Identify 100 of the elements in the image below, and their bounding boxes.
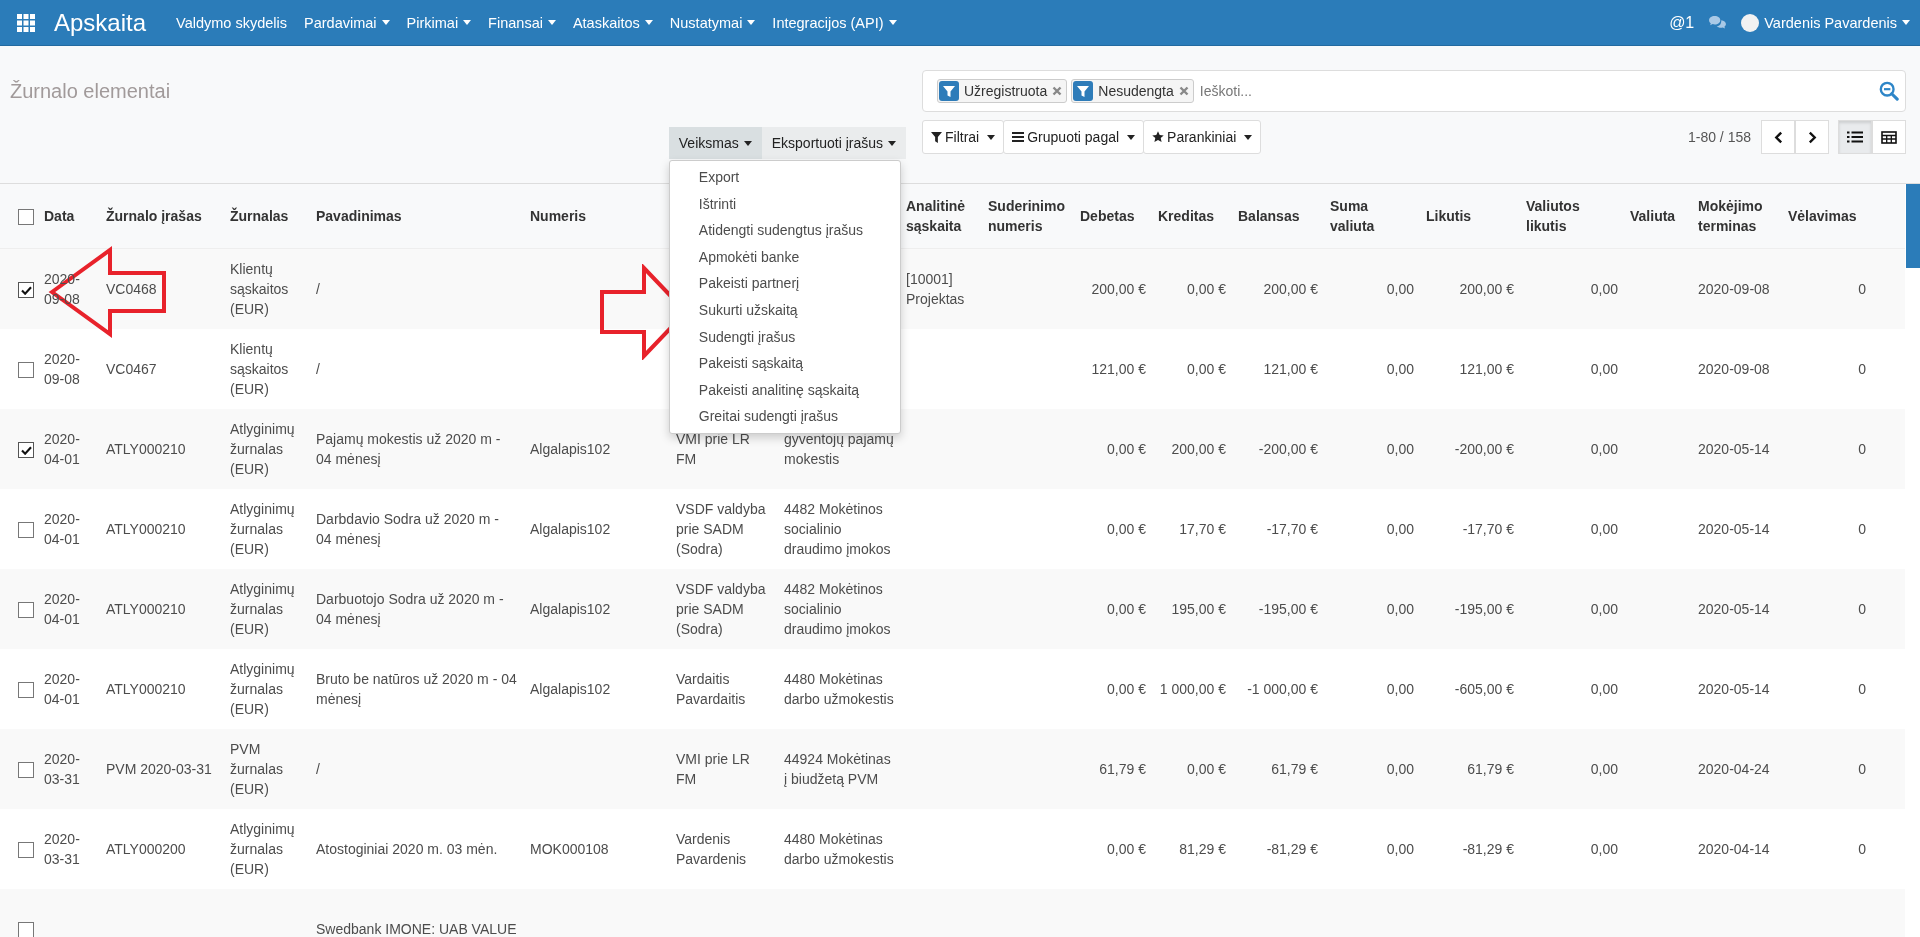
menu-item[interactable]: Ataskaitos <box>572 14 653 31</box>
menu-item[interactable]: Valdymo skydelis <box>176 14 287 31</box>
table-cell: 0 <box>1858 361 1866 377</box>
search-option-button[interactable]: Parankiniai <box>1143 120 1262 154</box>
menu-item[interactable]: Pakeisti analitinę sąskaitą <box>669 376 900 404</box>
remove-icon[interactable] <box>1178 86 1189 96</box>
menu-item[interactable]: Pardavimai <box>304 14 390 31</box>
table-cell: 61,79 € <box>1099 761 1146 777</box>
row-checkbox[interactable] <box>18 362 34 379</box>
table-cell: 195,00 € <box>1171 601 1226 617</box>
table-cell: Atlyginimų žurnalas (EUR) <box>230 661 295 717</box>
table-cell: 0 <box>1858 441 1866 457</box>
action-dropdown-button[interactable]: Eksportuoti įrašus <box>761 127 906 159</box>
table-cell: 0,00 <box>1386 761 1414 777</box>
table-cell: 0,00 <box>1386 441 1414 457</box>
table-cell: 2020-09-08 <box>1698 361 1770 377</box>
menu-item[interactable]: Sukurti užskaitą <box>669 296 900 324</box>
page-title: Žurnalo elementai <box>10 80 172 103</box>
table-cell: -195,00 € <box>1258 601 1318 617</box>
menu-item[interactable]: Nustatymai <box>669 14 756 31</box>
table-cell: VC0467 <box>106 361 157 377</box>
chevron-right-icon <box>1807 130 1817 144</box>
table-cell: Atlyginimų žurnalas (EUR) <box>230 501 295 557</box>
menu-item[interactable]: Ištrinti <box>669 190 900 218</box>
row-checkbox[interactable] <box>18 762 34 779</box>
table-cell: / <box>316 281 320 297</box>
table-cell: 0,00 <box>1386 841 1414 857</box>
search-bar[interactable]: Užregistruota Nesudengta Ieškoti... <box>922 70 1906 112</box>
next-page-button[interactable] <box>1795 120 1829 154</box>
table-cell: Algalapis102 <box>530 681 611 697</box>
table-cell: 200,00 € <box>1091 281 1146 297</box>
row-checkbox[interactable] <box>18 442 34 459</box>
table-cell: Swedbank IMONE: UAB VALUE <box>316 921 517 937</box>
table-cell: Algalapis102 <box>530 601 611 617</box>
table-cell: 2020-09-08 <box>44 351 80 387</box>
menu-item[interactable]: Pakeisti sąskaitą <box>669 350 900 377</box>
row-checkbox[interactable] <box>18 842 34 859</box>
table-cell: 0 <box>1858 601 1866 617</box>
table-cell: 0,00 € <box>1107 681 1146 697</box>
table-cell: 0,00 € <box>1187 361 1226 377</box>
user-menu[interactable]: Vardenis Pavardenis <box>1764 14 1910 31</box>
menu-item[interactable]: Finansai <box>488 14 556 31</box>
search-option-button[interactable]: Filtrai <box>922 120 1005 154</box>
pager-value[interactable]: 1-80 / 158 <box>1687 129 1751 145</box>
menu-item[interactable]: Greitai sudengti įrašus <box>669 403 900 430</box>
table-cell: 0 <box>1858 761 1866 777</box>
table-cell: 0,00 € <box>1187 281 1226 297</box>
row-checkbox[interactable] <box>18 282 34 299</box>
menu-item[interactable]: Pirkimai <box>406 14 472 31</box>
table-cell: MOK000108 <box>530 841 609 857</box>
row-checkbox[interactable] <box>18 922 34 937</box>
app-name[interactable]: Apskaita <box>54 8 147 37</box>
table-cell: 0,00 <box>1590 841 1618 857</box>
select-all-checkbox[interactable] <box>18 209 34 226</box>
app-grid-icon[interactable] <box>17 13 35 32</box>
table-cell: ATLY000210 <box>106 441 186 457</box>
table-cell: 0,00 <box>1386 601 1414 617</box>
menu-item[interactable]: Integracijos (API) <box>772 14 897 31</box>
row-checkbox[interactable] <box>18 682 34 699</box>
table-cell: 121,00 € <box>1263 361 1318 377</box>
table-cell: 0 <box>1858 841 1866 857</box>
action-dropdown-button[interactable]: Veiksmas <box>668 127 762 159</box>
search-option-button[interactable]: Grupuoti pagal <box>1003 120 1145 154</box>
view-switch-button[interactable] <box>1838 120 1872 154</box>
table-cell: 2020-03-31 <box>44 831 80 867</box>
table-cell: 200,00 € <box>1263 281 1318 297</box>
table-cell: 0,00 € <box>1107 841 1146 857</box>
search-input[interactable]: Ieškoti... <box>1197 82 1879 100</box>
user-avatar[interactable] <box>1741 13 1760 32</box>
menu-item[interactable]: Pakeisti partnerį <box>669 270 900 297</box>
table-cell: PVM 2020-03-31 <box>106 761 212 777</box>
star-icon <box>1152 131 1165 143</box>
table-cell: -17,70 € <box>1266 521 1318 537</box>
search-icon[interactable] <box>1879 81 1899 101</box>
table-cell: -17,70 € <box>1462 521 1514 537</box>
menu-item[interactable]: Sudengti įrašus <box>669 323 900 351</box>
table-cell: PVM žurnalas (EUR) <box>230 741 283 797</box>
menu-item[interactable]: Export <box>669 164 900 191</box>
table-cell: 0,00 <box>1386 361 1414 377</box>
remove-icon[interactable] <box>1052 86 1063 96</box>
scrollbar[interactable] <box>1906 184 1920 268</box>
view-switch-button[interactable] <box>1872 120 1906 154</box>
table-cell: 2020-04-14 <box>1698 841 1770 857</box>
table-cell: 2020-05-14 <box>1698 521 1770 537</box>
table-cell: [10001] Projektas <box>906 271 965 307</box>
menu-item[interactable]: Atidengti sudengtus įrašus <box>669 217 900 244</box>
table-cell: 61,79 € <box>1271 761 1318 777</box>
row-checkbox[interactable] <box>18 602 34 619</box>
table-cell: / <box>316 761 320 777</box>
table-cell: -200,00 € <box>1454 441 1514 457</box>
previous-page-button[interactable] <box>1761 120 1795 154</box>
filter-icon <box>1073 81 1094 101</box>
list-bars-icon <box>1012 132 1025 142</box>
chat-icon[interactable] <box>1708 15 1728 30</box>
table-cell: 1 000,00 € <box>1159 681 1226 697</box>
table-cell: ATLY000210 <box>106 681 186 697</box>
mentions-indicator[interactable]: @1 <box>1669 13 1695 32</box>
row-checkbox[interactable] <box>18 522 34 539</box>
filter-icon <box>931 131 942 143</box>
menu-item[interactable]: Apmokėti banke <box>669 243 900 271</box>
